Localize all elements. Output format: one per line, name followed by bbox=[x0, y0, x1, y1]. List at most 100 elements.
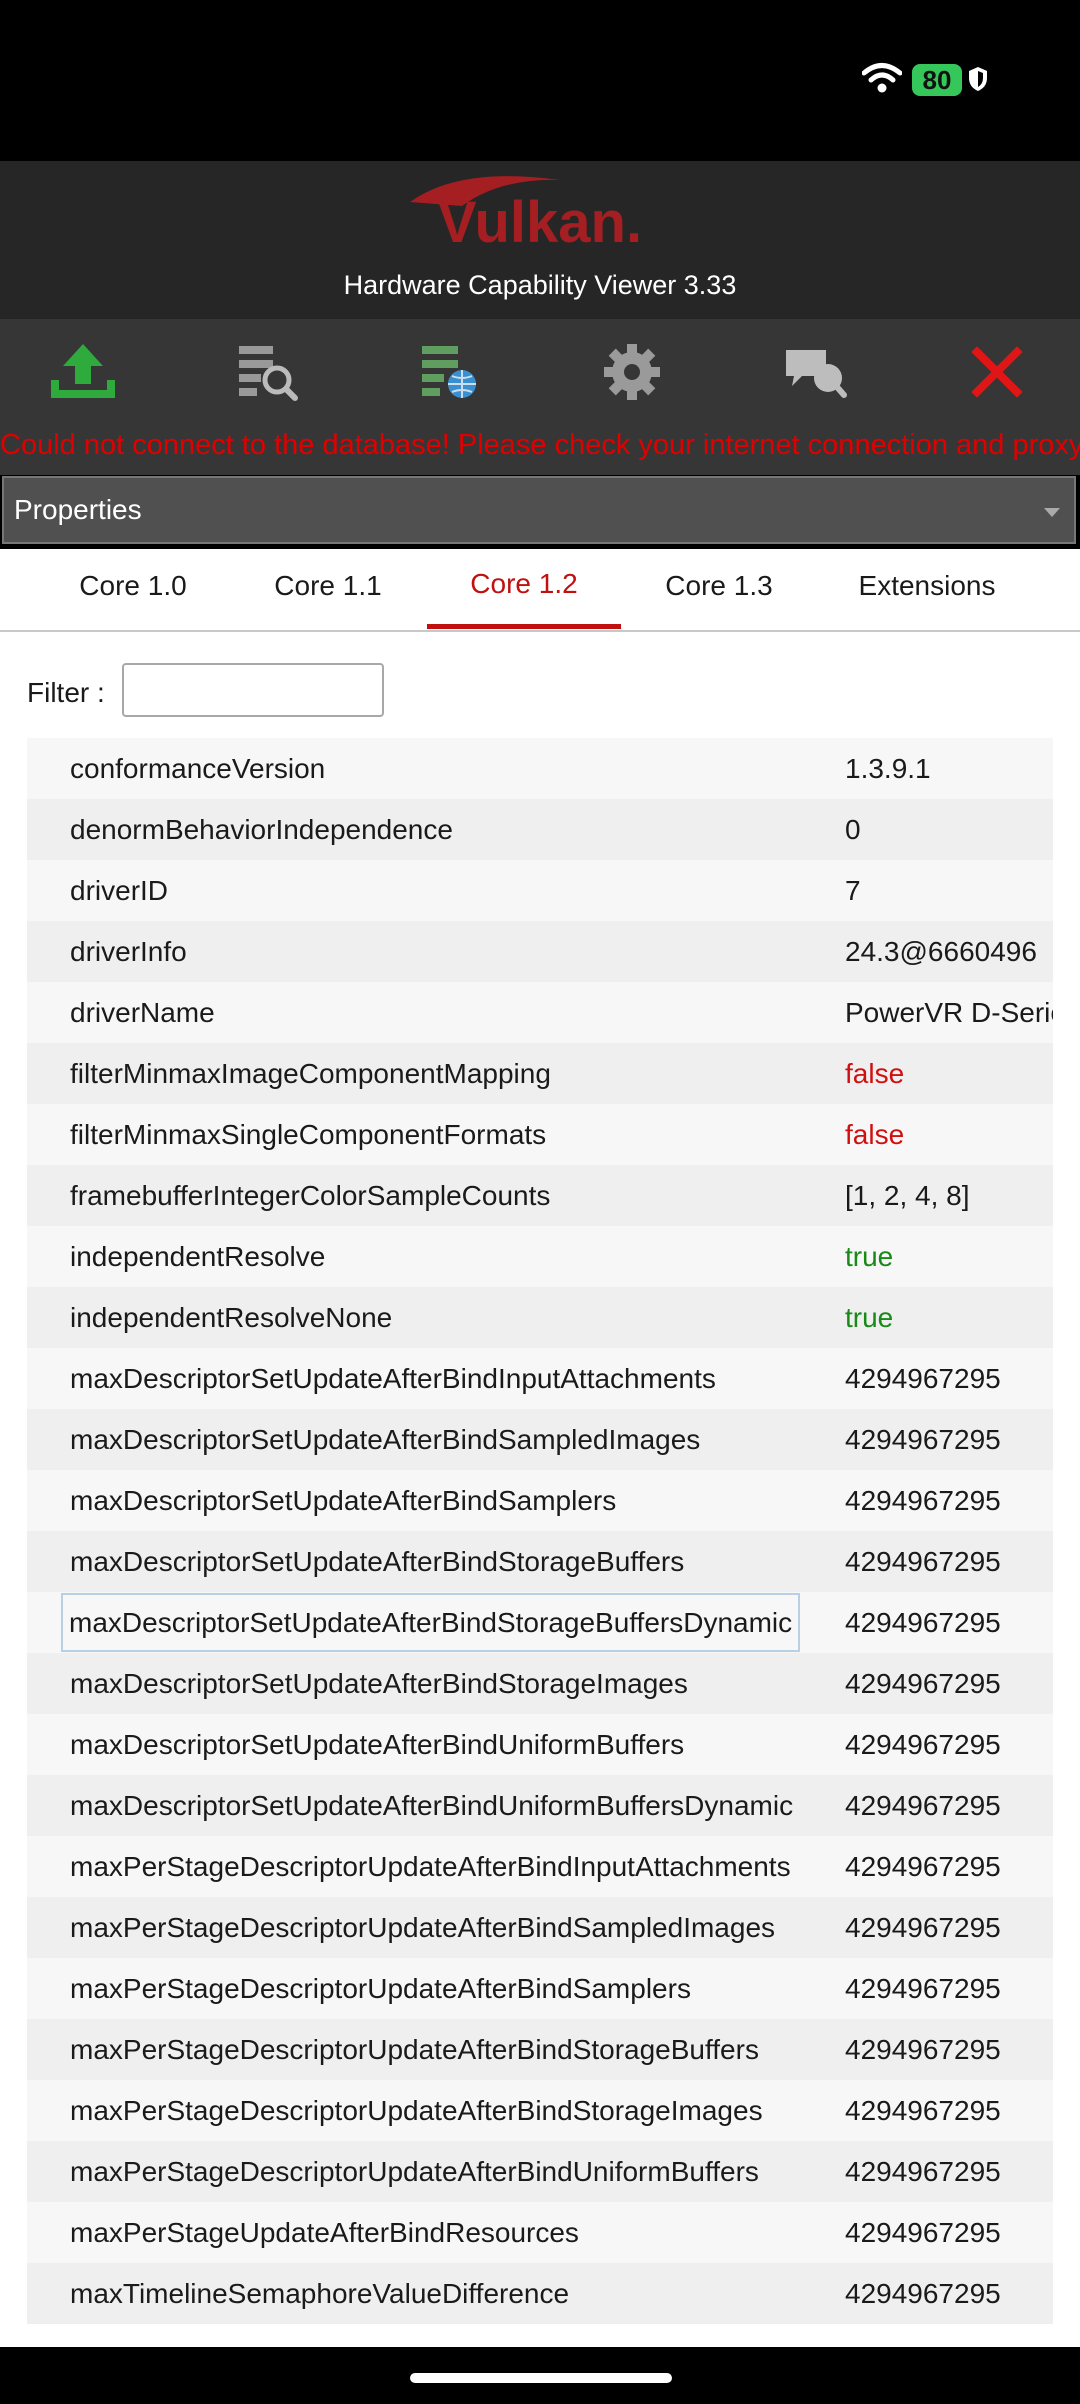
wifi-icon bbox=[862, 63, 902, 93]
online-database-button[interactable] bbox=[409, 336, 489, 408]
property-name: maxDescriptorSetUpdateAfterBindSamplers bbox=[70, 1485, 617, 1516]
table-row[interactable]: maxDescriptorSetUpdateAfterBindStorageBu… bbox=[27, 1531, 1053, 1592]
property-value: true bbox=[845, 1302, 894, 1333]
property-value: PowerVR D-Series bbox=[845, 997, 1053, 1028]
property-name: maxPerStageDescriptorUpdateAfterBindInpu… bbox=[70, 1851, 791, 1882]
property-name: maxDescriptorSetUpdateAfterBindStorageIm… bbox=[70, 1668, 688, 1699]
table-row[interactable]: maxDescriptorSetUpdateAfterBindUniformBu… bbox=[27, 1714, 1053, 1775]
property-value: 4294967295 bbox=[845, 1363, 1001, 1394]
property-name: maxDescriptorSetUpdateAfterBindUniformBu… bbox=[70, 1790, 794, 1821]
property-value: 4294967295 bbox=[845, 1546, 1001, 1577]
property-value: 4294967295 bbox=[845, 1729, 1001, 1760]
property-name: maxPerStageDescriptorUpdateAfterBindUnif… bbox=[70, 2156, 759, 2187]
property-name: maxDescriptorSetUpdateAfterBindStorageBu… bbox=[70, 1546, 685, 1577]
property-value: 7 bbox=[845, 875, 861, 906]
table-row[interactable]: maxDescriptorSetUpdateAfterBindSampledIm… bbox=[27, 1409, 1053, 1470]
table-row[interactable]: driverID 7 bbox=[27, 860, 1053, 921]
property-name: independentResolveNone bbox=[70, 1302, 393, 1333]
status-time: 3:17 bbox=[90, 58, 159, 96]
property-value: 1.3.9.1 bbox=[845, 753, 931, 784]
property-name: maxDescriptorSetUpdateAfterBindSampledIm… bbox=[70, 1424, 701, 1455]
active-tab-indicator bbox=[427, 624, 621, 629]
tab-extensions[interactable]: Extensions bbox=[842, 570, 1012, 610]
property-value: 0 bbox=[845, 814, 861, 845]
table-row[interactable]: maxPerStageDescriptorUpdateAfterBindInpu… bbox=[27, 1836, 1053, 1897]
property-name: driverInfo bbox=[70, 936, 187, 967]
table-row[interactable]: maxTimelineSemaphoreValueDifference 42949… bbox=[27, 2263, 1053, 2324]
property-name: filterMinmaxSingleComponentFormats bbox=[70, 1119, 547, 1150]
online-database-icon bbox=[422, 346, 476, 398]
table-row[interactable]: maxDescriptorSetUpdateAfterBindStorageIm… bbox=[27, 1653, 1053, 1714]
property-name: maxPerStageDescriptorUpdateAfterBindStor… bbox=[70, 2095, 763, 2126]
tab-core-1-1[interactable]: Core 1.1 bbox=[258, 570, 398, 610]
table-row[interactable]: framebufferIntegerColorSampleCounts [1, 2… bbox=[27, 1165, 1053, 1226]
properties-table: conformanceVersion 1.3.9.1 denormBehaviorI… bbox=[27, 738, 1053, 2324]
table-row[interactable]: driverName PowerVR D-Series bbox=[27, 982, 1053, 1043]
close-icon bbox=[971, 346, 1023, 398]
settings-button[interactable] bbox=[592, 336, 672, 408]
property-value: 4294967295 bbox=[845, 1607, 1001, 1638]
table-row[interactable]: maxDescriptorSetUpdateAfterBindStorageBu… bbox=[27, 1592, 1053, 1653]
property-name: maxPerStageUpdateAfterBindResources bbox=[70, 2217, 579, 2248]
table-row[interactable]: maxDescriptorSetUpdateAfterBindInputAtta… bbox=[27, 1348, 1053, 1409]
property-value: 4294967295 bbox=[845, 2217, 1001, 2248]
property-name: maxDescriptorSetUpdateAfterBindUniformBu… bbox=[70, 1729, 685, 1760]
dropdown-arrow-icon bbox=[1044, 508, 1060, 517]
search-database-icon bbox=[239, 346, 298, 401]
connection-error-message: Could not connect to the database! Pleas… bbox=[0, 425, 1080, 475]
chat-button[interactable] bbox=[775, 336, 855, 408]
table-row[interactable]: driverInfo 24.3@6660496 bbox=[27, 921, 1053, 982]
close-button[interactable] bbox=[957, 336, 1037, 408]
property-value: 4294967295 bbox=[845, 1851, 1001, 1882]
table-row[interactable]: independentResolve true bbox=[27, 1226, 1053, 1287]
tab-core-1-3[interactable]: Core 1.3 bbox=[649, 570, 789, 610]
table-row[interactable]: maxPerStageDescriptorUpdateAfterBindStor… bbox=[27, 2080, 1053, 2141]
vulkan-logo: Vulkan. bbox=[410, 176, 642, 255]
category-select-value: Properties bbox=[14, 494, 142, 525]
table-row[interactable]: maxDescriptorSetUpdateAfterBindUniformBu… bbox=[27, 1775, 1053, 1836]
filter-input[interactable] bbox=[122, 663, 384, 717]
property-name: maxPerStageDescriptorUpdateAfterBindSamp… bbox=[70, 1912, 776, 1943]
property-name: driverID bbox=[70, 875, 169, 906]
property-name: maxDescriptorSetUpdateAfterBindInputAtta… bbox=[70, 1363, 716, 1394]
gear-icon bbox=[604, 344, 660, 400]
table-row[interactable]: filterMinmaxImageComponentMapping false bbox=[27, 1043, 1053, 1104]
table-row[interactable]: maxPerStageDescriptorUpdateAfterBindUnif… bbox=[27, 2141, 1053, 2202]
property-name: maxPerStageDescriptorUpdateAfterBindSamp… bbox=[70, 1973, 691, 2004]
table-row[interactable]: maxPerStageDescriptorUpdateAfterBindSamp… bbox=[27, 1897, 1053, 1958]
property-name: filterMinmaxImageComponentMapping bbox=[70, 1058, 551, 1089]
property-value: 24.3@6660496 bbox=[845, 936, 1037, 967]
app-subtitle: Hardware Capability Viewer 3.33 bbox=[343, 270, 737, 300]
table-row[interactable]: maxPerStageUpdateAfterBindResources 42949… bbox=[27, 2202, 1053, 2263]
table-row[interactable]: denormBehaviorIndependence 0 bbox=[27, 799, 1053, 860]
property-value: true bbox=[845, 1241, 894, 1272]
table-row[interactable]: independentResolveNone true bbox=[27, 1287, 1053, 1348]
search-database-button[interactable] bbox=[226, 336, 306, 408]
property-name: driverName bbox=[70, 997, 215, 1028]
tab-core-1-2[interactable]: Core 1.2 bbox=[454, 568, 594, 608]
toolbar bbox=[0, 319, 1080, 425]
tab-core-1-0[interactable]: Core 1.0 bbox=[63, 570, 203, 610]
property-value: 4294967295 bbox=[845, 1668, 1001, 1699]
property-value: false bbox=[845, 1119, 905, 1150]
table-row[interactable]: maxPerStageDescriptorUpdateAfterBindStor… bbox=[27, 2019, 1053, 2080]
table-row[interactable]: conformanceVersion 1.3.9.1 bbox=[27, 738, 1053, 799]
chat-icon bbox=[786, 350, 847, 398]
filter-label: Filter : bbox=[27, 677, 105, 708]
table-row[interactable]: maxDescriptorSetUpdateAfterBindSamplers 4… bbox=[27, 1470, 1053, 1531]
property-value: 4294967295 bbox=[845, 2278, 1001, 2309]
upload-button[interactable] bbox=[43, 336, 123, 408]
property-value: 4294967295 bbox=[845, 1790, 1001, 1821]
property-name: conformanceVersion bbox=[70, 753, 326, 784]
home-indicator[interactable] bbox=[410, 2373, 672, 2383]
property-value: false bbox=[845, 1058, 905, 1089]
shield-icon bbox=[969, 67, 987, 91]
table-row[interactable]: filterMinmaxSingleComponentFormats false bbox=[27, 1104, 1053, 1165]
property-name: independentResolve bbox=[70, 1241, 326, 1272]
table-row[interactable]: maxPerStageDescriptorUpdateAfterBindSamp… bbox=[27, 1958, 1053, 2019]
svg-text:Vulkan.: Vulkan. bbox=[438, 190, 642, 255]
property-value: 4294967295 bbox=[845, 1485, 1001, 1516]
category-select[interactable]: Properties bbox=[2, 476, 1076, 544]
property-value: [1, 2, 4, 8] bbox=[845, 1180, 970, 1211]
property-name: maxDescriptorSetUpdateAfterBindStorageBu… bbox=[60, 1593, 801, 1652]
